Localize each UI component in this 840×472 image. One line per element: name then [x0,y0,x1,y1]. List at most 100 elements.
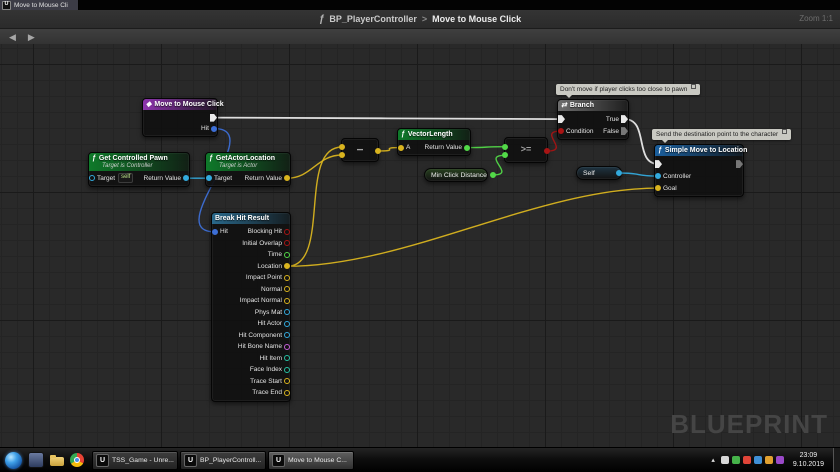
pin-hit[interactable] [211,126,217,132]
taskbar-app-1[interactable]: UTSS_Game - Unre... [92,451,178,470]
node-get-controlled-pawn[interactable]: ƒGet Controlled PawnTarget is Controller… [88,152,190,187]
pin-exec-in[interactable] [558,115,565,123]
pin-target[interactable] [89,175,95,181]
node-self-node[interactable]: Self [576,166,622,180]
wire-vector_length-return-to-greater_equal-a[interactable] [467,147,505,148]
app-icon-1[interactable] [28,452,44,468]
node-header: ƒGetActorLocationTarget is Actor [206,153,290,171]
pin-normal[interactable] [284,286,290,292]
breadcrumb-graph[interactable]: Move to Mouse Click [432,14,521,24]
node-title: Min Click Distance [431,172,487,179]
node-title: VectorLength [408,130,453,139]
browser-icon[interactable] [70,453,84,467]
pin-hit-actor[interactable] [284,321,290,327]
pin-hit-component[interactable] [284,332,290,338]
quick-launch-icons [28,452,84,468]
show-desktop-button[interactable] [833,448,840,472]
pin-a[interactable] [398,145,404,151]
node-min-click-distance[interactable]: Min Click Distance [424,168,488,182]
tray-icon-6[interactable] [776,456,784,464]
comment-pin-icon[interactable] [782,129,787,134]
pin-impact-point[interactable] [284,275,290,281]
pin-exec[interactable] [210,114,217,122]
node-subtract[interactable]: − [341,138,379,162]
tray-icon-3[interactable] [743,456,751,464]
pin-controller[interactable] [655,173,661,179]
tray-expand-button[interactable]: ▴ [709,456,717,464]
pin-exec-in[interactable] [655,160,662,168]
pin-return-value[interactable] [284,175,290,181]
node-branch[interactable]: ⇄BranchTrueConditionFalse [557,99,629,140]
node-simple-move[interactable]: ƒSimple Move to LocationControllerGoal [654,144,744,197]
pin-out[interactable] [375,148,381,154]
node-comment-2[interactable]: Send the destination point to the charac… [652,129,791,140]
pin-b[interactable] [339,152,345,158]
pin-return-value[interactable] [183,175,189,181]
pin-true[interactable] [621,115,628,123]
pin-impact-normal[interactable] [284,298,290,304]
wire-break_hit-location-to-simple_move-goal[interactable] [287,188,658,266]
pin-trace-end[interactable] [284,390,290,396]
pin-out[interactable] [544,148,550,154]
pin-condition[interactable] [558,128,564,134]
pin-out[interactable] [616,170,622,176]
pin-face-index[interactable] [284,367,290,373]
node-greater-equal[interactable]: >= [504,137,548,163]
node-vector-length[interactable]: ƒVectorLengthAReturn Value [397,128,471,156]
window-titlebar: U Move to Mouse Cli [0,0,840,10]
tray-icon-5[interactable] [765,456,773,464]
start-button[interactable] [5,452,22,469]
pin-trace-start[interactable] [284,378,290,384]
breadcrumb-blueprint[interactable]: BP_PlayerController [329,14,417,24]
pin-exec-out[interactable] [736,160,743,168]
comment-pin-icon[interactable] [691,84,696,89]
wire-break_hit-location-to-subtract-a[interactable] [287,147,342,266]
back-button[interactable]: ◀ [9,33,16,42]
tray-icon-2[interactable] [732,456,740,464]
pin-hit[interactable] [212,229,218,235]
node-get-actor-location[interactable]: ƒGetActorLocationTarget is ActorTargetRe… [205,152,291,187]
blueprint-graph-canvas[interactable]: BLUEPRINT ◆Move to Mouse ClickHitƒGet Co… [0,44,840,448]
pin-label: Initial Overlap [242,240,282,247]
pin-target[interactable] [206,175,212,181]
pin-phys-mat[interactable] [284,309,290,315]
window-tab-title: Move to Mouse Cli [14,2,68,9]
pin-label: Controller [663,173,691,180]
tray-icon-1[interactable] [721,456,729,464]
pin-out[interactable] [490,172,496,178]
pin-a[interactable] [339,144,345,150]
taskbar-clock[interactable]: 23:09 9.10.2019 [788,451,829,470]
pin-label: Time [268,251,282,258]
pin-label: Normal [261,286,282,293]
pin-return-value[interactable] [464,145,470,151]
pin-label: Trace End [252,389,282,396]
node-comment-1[interactable]: Don't move if player clicks too close to… [556,84,700,95]
folder-icon[interactable] [50,457,64,466]
pin-b[interactable] [502,152,508,158]
pin-label: Return Value [425,144,462,151]
node-break-hit[interactable]: Break Hit ResultHitBlocking HitInitial O… [211,212,291,402]
tray-icon-4[interactable] [754,456,762,464]
pin-goal[interactable] [655,185,661,191]
taskbar-app-2[interactable]: UBP_PlayerControll... [180,451,266,470]
pin-blocking-hit[interactable] [284,229,290,235]
wire-get_actor_location-return-to-subtract-b[interactable] [287,155,342,178]
pin-false[interactable] [621,127,628,135]
unreal-editor-window: U Move to Mouse Cli ƒ BP_PlayerControlle… [0,0,840,472]
window-tab[interactable]: U Move to Mouse Cli [0,0,79,10]
pin-hit-item[interactable] [284,355,290,361]
node-move-event[interactable]: ◆Move to Mouse ClickHit [142,98,218,137]
wire-self_node-out-to-simple_move-controller[interactable] [619,173,658,176]
pin-default-value[interactable]: self [118,173,133,183]
pin-initial-overlap[interactable] [284,240,290,246]
breadcrumb-bar: ƒ BP_PlayerController > Move to Mouse Cl… [0,10,840,29]
wire-move_event-exec-to-branch-exec_in[interactable] [214,118,562,120]
pin-time[interactable] [284,252,290,258]
node-title: Get Controlled Pawn [99,154,168,163]
pin-hit-bone-name[interactable] [284,344,290,350]
pin-label: True [606,116,619,123]
pin-a[interactable] [502,144,508,150]
pin-location[interactable] [284,263,290,269]
forward-button[interactable]: ▶ [28,33,35,42]
taskbar-app-3[interactable]: UMove to Mouse C... [268,451,354,470]
